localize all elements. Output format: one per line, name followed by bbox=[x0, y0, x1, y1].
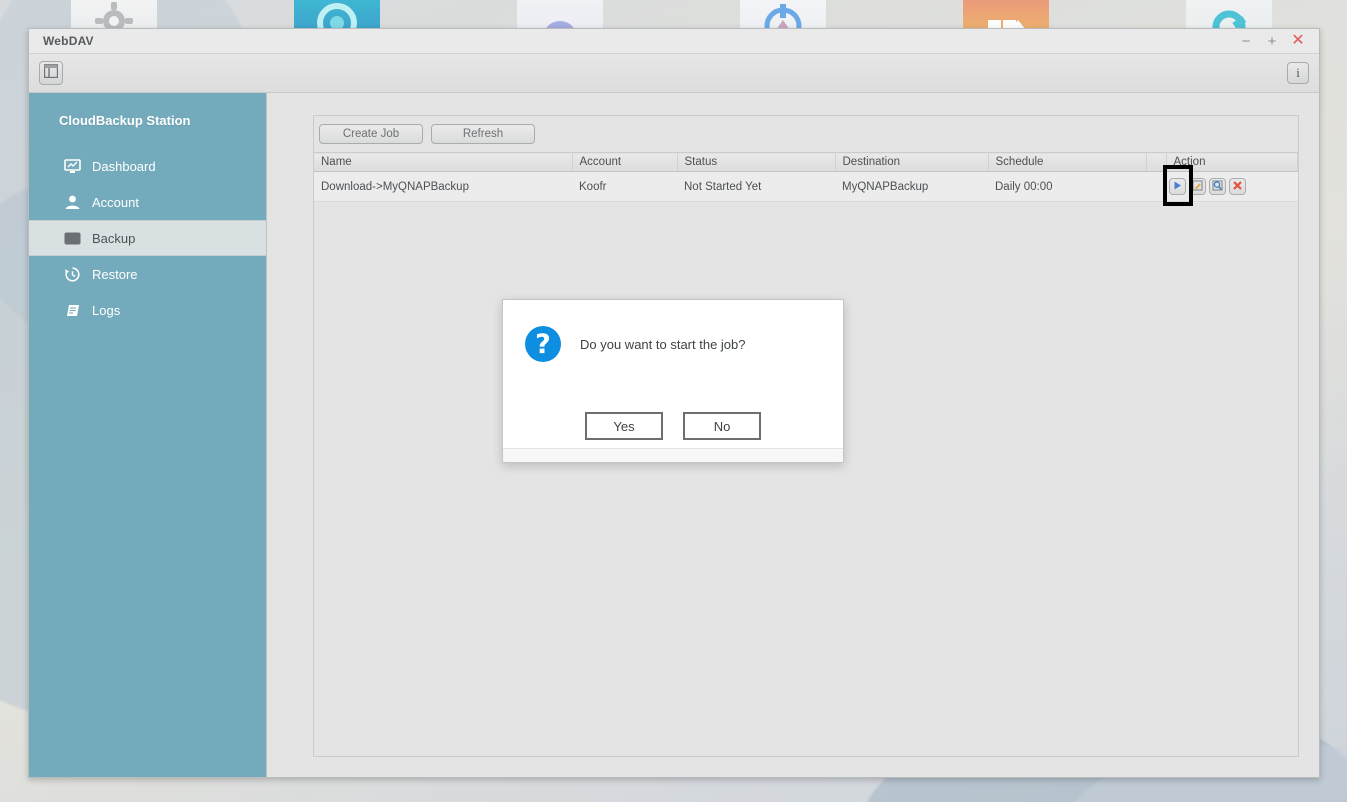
dialog-footer bbox=[503, 448, 843, 462]
dialog-message: Do you want to start the job? bbox=[580, 337, 746, 352]
confirm-dialog: ? Do you want to start the job? Yes No bbox=[502, 299, 844, 463]
modal-overlay: ? Do you want to start the job? Yes No bbox=[0, 0, 1347, 802]
desktop-background: WebDAV − + ✕ i CloudBackup Station Dashb… bbox=[0, 0, 1347, 802]
dialog-buttons: Yes No bbox=[503, 412, 843, 448]
dialog-body: ? Do you want to start the job? bbox=[503, 300, 843, 412]
question-icon: ? bbox=[525, 326, 561, 362]
dialog-no-button[interactable]: No bbox=[683, 412, 761, 440]
dialog-yes-button[interactable]: Yes bbox=[585, 412, 663, 440]
